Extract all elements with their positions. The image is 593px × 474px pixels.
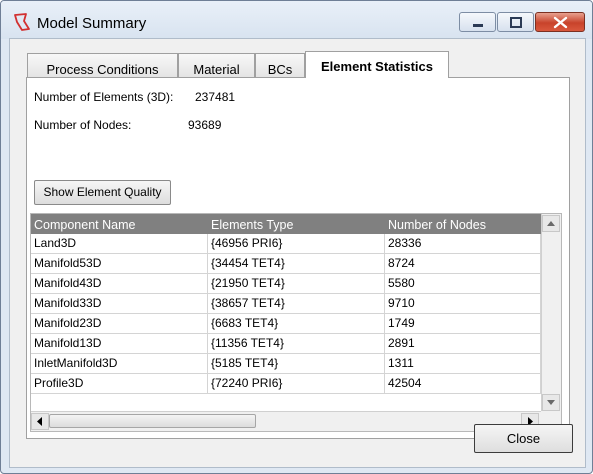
table-row[interactable]: Land3D {46956 PRI6} 28336: [31, 234, 541, 254]
tab-bcs[interactable]: BCs: [255, 53, 305, 77]
table-row[interactable]: Manifold53D {34454 TET4} 8724: [31, 254, 541, 274]
elements-type-cell: {21950 TET4}: [208, 274, 385, 293]
elements-type-cell: {5185 TET4}: [208, 354, 385, 373]
component-name-cell: Manifold23D: [31, 314, 208, 333]
scroll-up-button[interactable]: [542, 215, 560, 232]
show-element-quality-button[interactable]: Show Element Quality: [34, 180, 171, 205]
nodes-count-cell: 9710: [385, 294, 541, 313]
model-app-icon: [14, 13, 30, 31]
horizontal-scrollbar[interactable]: [31, 411, 541, 431]
table-row[interactable]: InletManifold3D {5185 TET4} 1311: [31, 354, 541, 374]
component-name-cell: Profile3D: [31, 374, 208, 393]
component-table: Component Name Elements Type Number of N…: [30, 213, 562, 432]
close-icon: [553, 16, 568, 29]
close-button[interactable]: Close: [474, 424, 573, 453]
component-name-cell: Land3D: [31, 234, 208, 253]
tab-material[interactable]: Material: [178, 53, 255, 77]
table-row[interactable]: Manifold13D {11356 TET4} 2891: [31, 334, 541, 354]
nodes-count-cell: 2891: [385, 334, 541, 353]
nodes-count-cell: 8724: [385, 254, 541, 273]
nodes-count-label: Number of Nodes:: [34, 118, 132, 132]
table-row[interactable]: Manifold43D {21950 TET4} 5580: [31, 274, 541, 294]
scroll-down-button[interactable]: [542, 394, 560, 411]
nodes-count-cell: 5580: [385, 274, 541, 293]
table-row[interactable]: Profile3D {72240 PRI6} 42504: [31, 374, 541, 394]
elements-type-cell: {6683 TET4}: [208, 314, 385, 333]
column-header-elements-type[interactable]: Elements Type: [211, 218, 293, 232]
window-close-button[interactable]: [535, 12, 585, 32]
elements-type-cell: {72240 PRI6}: [208, 374, 385, 393]
arrow-up-icon: [547, 221, 555, 226]
model-summary-window: Model Summary Process Conditions Materia…: [0, 0, 593, 474]
tab-label: Element Statistics: [321, 59, 433, 74]
minimize-icon: [473, 24, 483, 27]
tab-label: BCs: [267, 62, 293, 77]
elements-type-cell: {38657 TET4}: [208, 294, 385, 313]
nodes-count-cell: 42504: [385, 374, 541, 393]
arrow-down-icon: [547, 400, 555, 405]
component-name-cell: Manifold13D: [31, 334, 208, 353]
elements-count-value: 237481: [195, 90, 236, 104]
horizontal-scroll-thumb[interactable]: [49, 414, 256, 428]
column-header-nodes[interactable]: Number of Nodes: [388, 218, 486, 232]
scroll-left-button[interactable]: [31, 413, 49, 430]
vertical-scrollbar[interactable]: [541, 214, 561, 411]
tab-element-statistics[interactable]: Element Statistics: [305, 51, 449, 78]
nodes-count-cell: 1749: [385, 314, 541, 333]
tab-process-conditions[interactable]: Process Conditions: [27, 53, 178, 77]
component-name-cell: Manifold33D: [31, 294, 208, 313]
nodes-count-cell: 1311: [385, 354, 541, 373]
title-bar[interactable]: Model Summary: [1, 1, 592, 39]
elements-count-label: Number of Elements (3D):: [34, 90, 174, 104]
dialog-content: Process Conditions Material BCs Element …: [9, 38, 586, 468]
nodes-count-value: 93689: [188, 118, 222, 132]
window-title: Model Summary: [37, 15, 147, 32]
minimize-button[interactable]: [459, 12, 496, 32]
tab-label: Process Conditions: [46, 62, 159, 77]
table-header: Component Name Elements Type Number of N…: [31, 214, 541, 234]
column-header-component[interactable]: Component Name: [34, 218, 135, 232]
elements-type-cell: {34454 TET4}: [208, 254, 385, 273]
elements-type-cell: {11356 TET4}: [208, 334, 385, 353]
component-name-cell: Manifold43D: [31, 274, 208, 293]
nodes-count-cell: 28336: [385, 234, 541, 253]
arrow-left-icon: [37, 417, 42, 426]
table-row[interactable]: Manifold23D {6683 TET4} 1749: [31, 314, 541, 334]
maximize-icon: [510, 17, 522, 28]
elements-type-cell: {46956 PRI6}: [208, 234, 385, 253]
tab-label: Material: [193, 62, 240, 77]
component-name-cell: InletManifold3D: [31, 354, 208, 373]
maximize-button[interactable]: [497, 12, 534, 32]
table-row[interactable]: Manifold33D {38657 TET4} 9710: [31, 294, 541, 314]
element-statistics-panel: Number of Elements (3D): 237481 Number o…: [26, 77, 570, 439]
component-name-cell: Manifold53D: [31, 254, 208, 273]
